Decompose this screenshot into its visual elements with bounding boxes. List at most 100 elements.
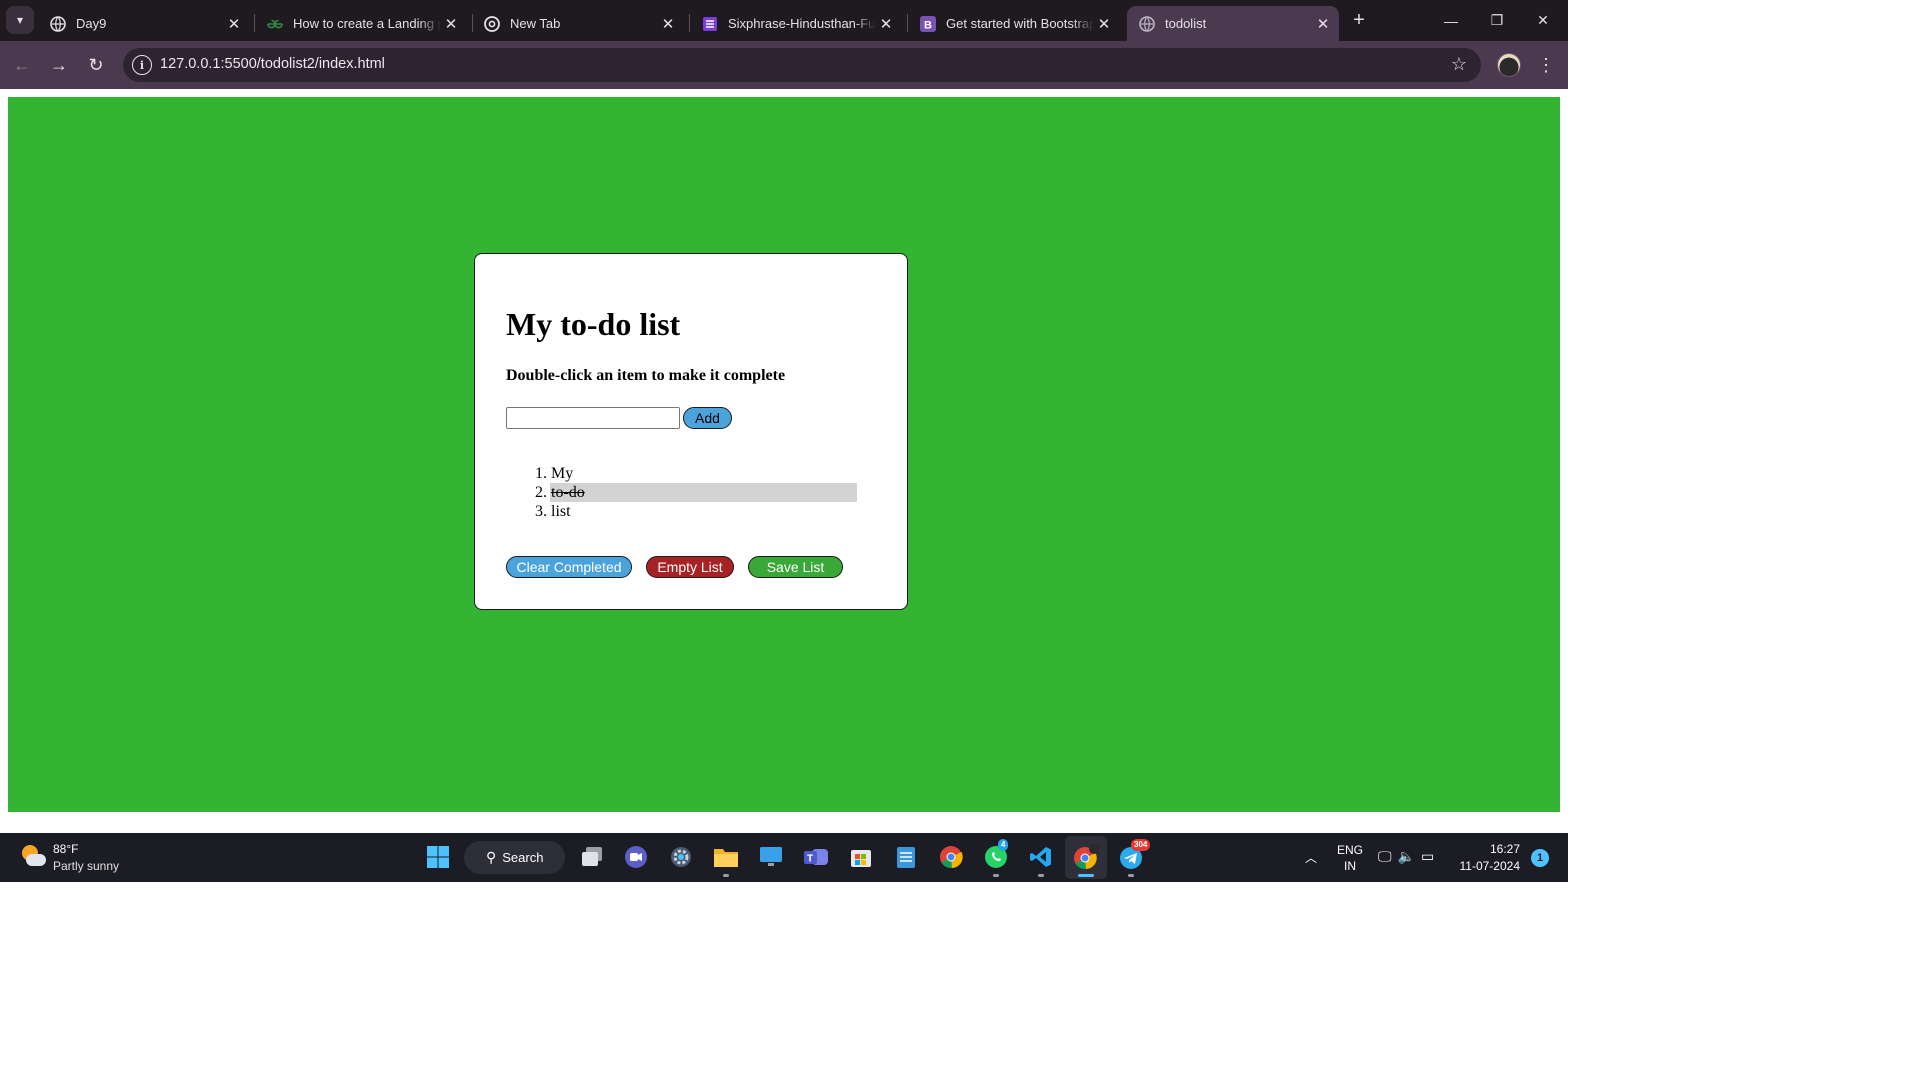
language-code: ENG	[1337, 843, 1364, 857]
vscode-icon[interactable]	[1027, 843, 1055, 871]
tab-search-button[interactable]: ▾	[6, 6, 34, 34]
time-text: 16:27	[1489, 842, 1520, 856]
tab-day9[interactable]: Day9 ✕	[38, 6, 250, 41]
geeksforgeeks-icon	[267, 16, 283, 32]
chevron-up-icon[interactable]: ︿	[1305, 849, 1317, 866]
tab-title: How to create a Landing page	[293, 16, 441, 31]
list-item[interactable]: 1. My	[529, 464, 857, 483]
tab-sixphrase[interactable]: Sixphrase-Hindusthan-Full ✕	[690, 6, 902, 41]
restore-icon: ❐	[1490, 12, 1504, 28]
close-tab-icon[interactable]: ✕	[1094, 14, 1114, 34]
tab-new-tab[interactable]: New Tab ✕	[472, 6, 684, 41]
notepad-icon[interactable]	[892, 843, 920, 871]
list-item-completed[interactable]: 2. to-do	[529, 483, 857, 502]
browser-menu-button[interactable]: ⋮	[1534, 51, 1558, 79]
search-label: Search	[502, 850, 544, 865]
close-tab-icon[interactable]: ✕	[876, 14, 896, 34]
date-text: 11-07-2024	[1459, 859, 1521, 873]
reload-button[interactable]: ↻	[82, 51, 110, 79]
chrome-profile-icon[interactable]	[1072, 843, 1100, 871]
clock[interactable]: 16:27 11-07-2024	[1454, 841, 1521, 875]
tab-landing-page[interactable]: How to create a Landing page ✕	[255, 6, 467, 41]
arrow-right-icon: →	[50, 54, 68, 75]
network-icon: 🖵	[1378, 848, 1398, 864]
meet-chat-icon[interactable]	[622, 843, 650, 871]
running-indicator-active	[1078, 874, 1094, 877]
volume-icon: 🔈	[1397, 848, 1421, 864]
close-tab-icon[interactable]: ✕	[224, 14, 244, 34]
close-window-button[interactable]: ✕	[1520, 0, 1566, 41]
language-indicator[interactable]: ENG IN	[1337, 842, 1363, 874]
close-tab-icon[interactable]: ✕	[1313, 14, 1333, 34]
tab-title: Get started with Bootstrap	[946, 16, 1094, 31]
close-icon: ✕	[1537, 12, 1549, 28]
search-icon: ⚲	[486, 849, 497, 865]
item-number: 3.	[535, 503, 547, 520]
back-button[interactable]: ←	[8, 51, 36, 79]
reload-icon: ↻	[88, 54, 104, 75]
chevron-down-icon: ▾	[16, 13, 24, 27]
tab-bootstrap[interactable]: B Get started with Bootstrap ✕	[908, 6, 1120, 41]
svg-text:T: T	[807, 854, 813, 865]
bootstrap-icon: B	[920, 15, 936, 32]
notification-count-badge[interactable]: 1	[1531, 849, 1549, 867]
site-info-icon[interactable]: i	[132, 55, 152, 75]
item-text[interactable]: to-do	[550, 483, 857, 502]
close-tab-icon[interactable]: ✕	[658, 14, 678, 34]
telegram-badge: 304	[1131, 839, 1151, 851]
weather-temperature[interactable]: 88°F	[53, 842, 78, 856]
arrow-left-icon: ←	[13, 54, 31, 75]
list-item[interactable]: 3. list	[529, 502, 857, 521]
globe-icon	[1139, 15, 1155, 32]
empty-list-button[interactable]: Empty List	[646, 556, 734, 578]
teams-icon[interactable]: T	[802, 843, 830, 871]
weather-icon[interactable]	[20, 845, 46, 869]
running-indicator	[1038, 874, 1044, 877]
url-text[interactable]: 127.0.0.1:5500/todolist2/index.html	[160, 56, 385, 72]
tab-strip: ▾ Day9 ✕ How to create a Landing page ✕ …	[0, 0, 1568, 41]
restore-button[interactable]: ❐	[1474, 0, 1520, 41]
item-number: 1.	[535, 465, 547, 482]
new-tab-button[interactable]: +	[1348, 8, 1370, 32]
desktop-monitor-icon[interactable]	[757, 843, 785, 871]
page-background: My to-do list Double-click an item to ma…	[8, 97, 1560, 812]
taskbar: 88°F Partly sunny ⚲ Search T 4 304 ︿ ENG…	[0, 833, 1568, 882]
browser-toolbar: ← → ↻ i 127.0.0.1:5500/todolist2/index.h…	[0, 41, 1568, 89]
more-vertical-icon: ⋮	[1537, 54, 1555, 75]
microsoft-store-icon[interactable]	[847, 843, 875, 871]
system-tray[interactable]: 🖵🔈▭	[1378, 848, 1440, 865]
chrome-icon	[484, 15, 500, 32]
task-input[interactable]	[506, 407, 680, 429]
clear-completed-button[interactable]: Clear Completed	[506, 556, 632, 578]
globe-icon	[50, 15, 66, 32]
weather-description[interactable]: Partly sunny	[53, 859, 119, 873]
settings-gear-icon[interactable]	[667, 843, 695, 871]
instructions-text: Double-click an item to make it complete	[506, 367, 786, 384]
profile-avatar[interactable]	[1497, 53, 1521, 77]
region-code: IN	[1344, 859, 1356, 873]
address-bar[interactable]: i 127.0.0.1:5500/todolist2/index.html ☆	[123, 48, 1481, 82]
task-view-icon[interactable]	[578, 843, 606, 871]
bookmark-star-icon[interactable]: ☆	[1451, 54, 1467, 75]
running-indicator	[993, 874, 999, 877]
tab-title: Day9	[76, 16, 107, 31]
whatsapp-icon[interactable]: 4	[982, 839, 1010, 871]
item-text[interactable]: list	[550, 502, 857, 521]
save-list-button[interactable]: Save List	[748, 556, 843, 578]
file-explorer-icon[interactable]	[712, 843, 740, 871]
close-tab-icon[interactable]: ✕	[441, 14, 461, 34]
taskbar-search[interactable]: ⚲ Search	[464, 841, 565, 874]
svg-text:B: B	[924, 19, 932, 31]
tab-todolist[interactable]: todolist ✕	[1127, 6, 1339, 41]
chrome-icon[interactable]	[937, 843, 965, 871]
windows-start-icon[interactable]	[424, 843, 452, 871]
add-button[interactable]: Add	[683, 407, 732, 429]
tab-title: Sixphrase-Hindusthan-Full	[728, 16, 876, 31]
page-title: My to-do list	[506, 306, 681, 342]
forward-button[interactable]: →	[45, 51, 73, 79]
running-indicator	[1128, 874, 1134, 877]
running-indicator	[723, 874, 729, 877]
item-text[interactable]: My	[550, 464, 857, 483]
telegram-icon[interactable]: 304	[1117, 839, 1151, 871]
minimize-button[interactable]: —	[1428, 0, 1474, 41]
